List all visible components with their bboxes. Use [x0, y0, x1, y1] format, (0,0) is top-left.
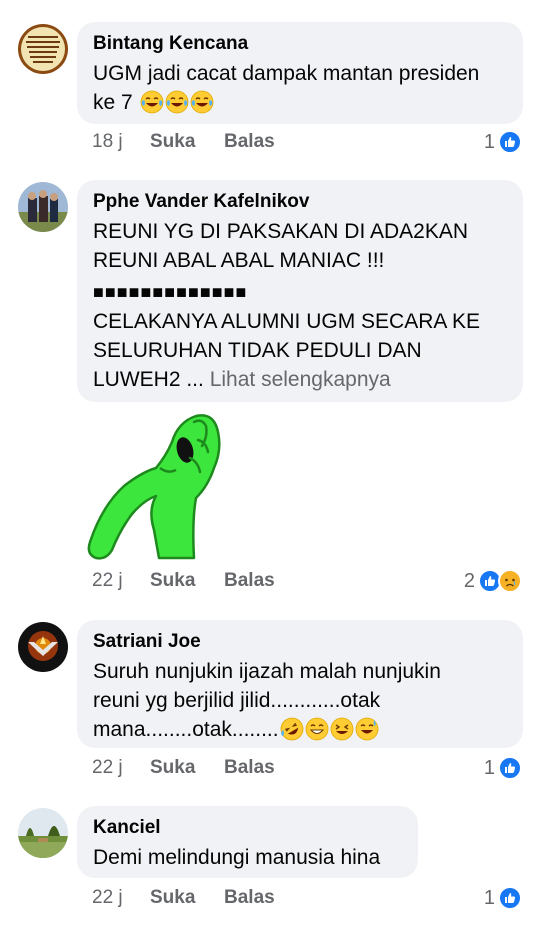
comment-text-line: reuni yg berjilid jilid............otak — [93, 689, 381, 712]
reaction-count: 1 — [483, 757, 495, 779]
see-more-link[interactable]: Lihat selengkapnya — [210, 368, 391, 391]
comment-actions: 22 j Suka Balas — [92, 886, 275, 910]
like-reaction-icon — [498, 756, 522, 780]
laughing-tears-emoji-icon — [190, 90, 214, 114]
comment-text: Suruh nunjukin ijazah malah nunjukin reu… — [93, 657, 507, 745]
like-reaction-icon — [498, 130, 522, 154]
comment-text-line: mana........otak........ — [93, 713, 507, 745]
rolling-laughing-emoji-icon — [276, 713, 308, 745]
avatar-image — [18, 808, 68, 858]
like-button[interactable]: Suka — [150, 130, 224, 154]
comment-text-squares: ■■■■■■■■■■■■■ — [93, 282, 248, 302]
reply-button[interactable]: Balas — [224, 886, 275, 910]
comment-time[interactable]: 18 j — [92, 130, 150, 154]
laughing-tears-emoji-icon — [165, 90, 189, 114]
avatar[interactable] — [18, 24, 68, 74]
comment-actions: 18 j Suka Balas — [92, 130, 275, 154]
green-facepalm-sticker — [84, 410, 224, 565]
comment-actions: 22 j Suka Balas — [92, 569, 275, 593]
comment-text-line: REUNI YG DI PAKSAKAN DI ADA2KAN — [93, 220, 469, 243]
comment-time[interactable]: 22 j — [92, 756, 150, 780]
sweat-smile-emoji-icon — [355, 717, 379, 741]
reaction-summary[interactable]: 1 — [484, 130, 522, 154]
avatar-image — [18, 24, 68, 74]
comment-author[interactable]: Satriani Joe — [93, 631, 507, 653]
avatar[interactable] — [18, 808, 68, 858]
like-button[interactable]: Suka — [150, 569, 224, 593]
grinning-emoji-icon — [305, 717, 329, 741]
reaction-count: 2 — [463, 570, 475, 592]
comment-bubble: Bintang Kencana UGM jadi cacat dampak ma… — [77, 22, 523, 124]
comment-text: Demi melindungi manusia hina — [93, 846, 381, 869]
reaction-summary[interactable]: 1 — [484, 756, 522, 780]
reply-button[interactable]: Balas — [224, 130, 275, 154]
comment-text-line: Suruh nunjukin ijazah malah nunjukin — [93, 660, 441, 683]
comment-time[interactable]: 22 j — [92, 886, 150, 910]
avatar[interactable] — [18, 622, 68, 672]
reaction-count: 1 — [483, 887, 495, 909]
like-button[interactable]: Suka — [150, 886, 224, 910]
reply-button[interactable]: Balas — [224, 569, 275, 593]
reaction-count: 1 — [483, 131, 495, 153]
comment-text-line: REUNI ABAL ABAL MANIAC !!! — [93, 249, 385, 272]
laughing-tears-emoji-icon — [140, 90, 164, 114]
comment-author[interactable]: Kanciel — [93, 817, 402, 839]
comment-text-line: CELAKANYA ALUMNI UGM SECARA KE — [93, 310, 481, 333]
reaction-summary[interactable]: 2 — [464, 569, 522, 593]
reply-button[interactable]: Balas — [224, 756, 275, 780]
reaction-summary[interactable]: 1 — [484, 886, 522, 910]
like-reaction-icon — [498, 886, 522, 910]
avatar[interactable] — [18, 182, 68, 232]
comment-bubble: Pphe Vander Kafelnikov REUNI YG DI PAKSA… — [77, 180, 523, 402]
avatar-image — [18, 622, 68, 672]
comment-text: UGM jadi cacat dampak mantan presiden ke… — [93, 59, 507, 117]
comment-text-tail: mana........otak........ — [93, 718, 279, 741]
squinting-laugh-emoji-icon — [330, 717, 354, 741]
comment-time[interactable]: 22 j — [92, 569, 150, 593]
sad-reaction-icon — [498, 569, 522, 593]
comment-actions: 22 j Suka Balas — [92, 756, 275, 780]
comment-author[interactable]: Pphe Vander Kafelnikov — [93, 191, 507, 213]
comment-text-line: LUWEH2 ... Lihat selengkapnya — [93, 365, 507, 394]
comment-text: REUNI YG DI PAKSAKAN DI ADA2KAN REUNI AB… — [93, 217, 507, 394]
comment-text-line: SELURUHAN TIDAK PEDULI DAN — [93, 339, 422, 362]
comment-text-tail: LUWEH2 ... — [93, 368, 204, 391]
comment-bubble: Kanciel Demi melindungi manusia hina — [77, 806, 418, 878]
avatar-image — [18, 182, 68, 232]
like-button[interactable]: Suka — [150, 756, 224, 780]
comment-bubble: Satriani Joe Suruh nunjukin ijazah malah… — [77, 620, 523, 748]
comment-author[interactable]: Bintang Kencana — [93, 33, 507, 55]
